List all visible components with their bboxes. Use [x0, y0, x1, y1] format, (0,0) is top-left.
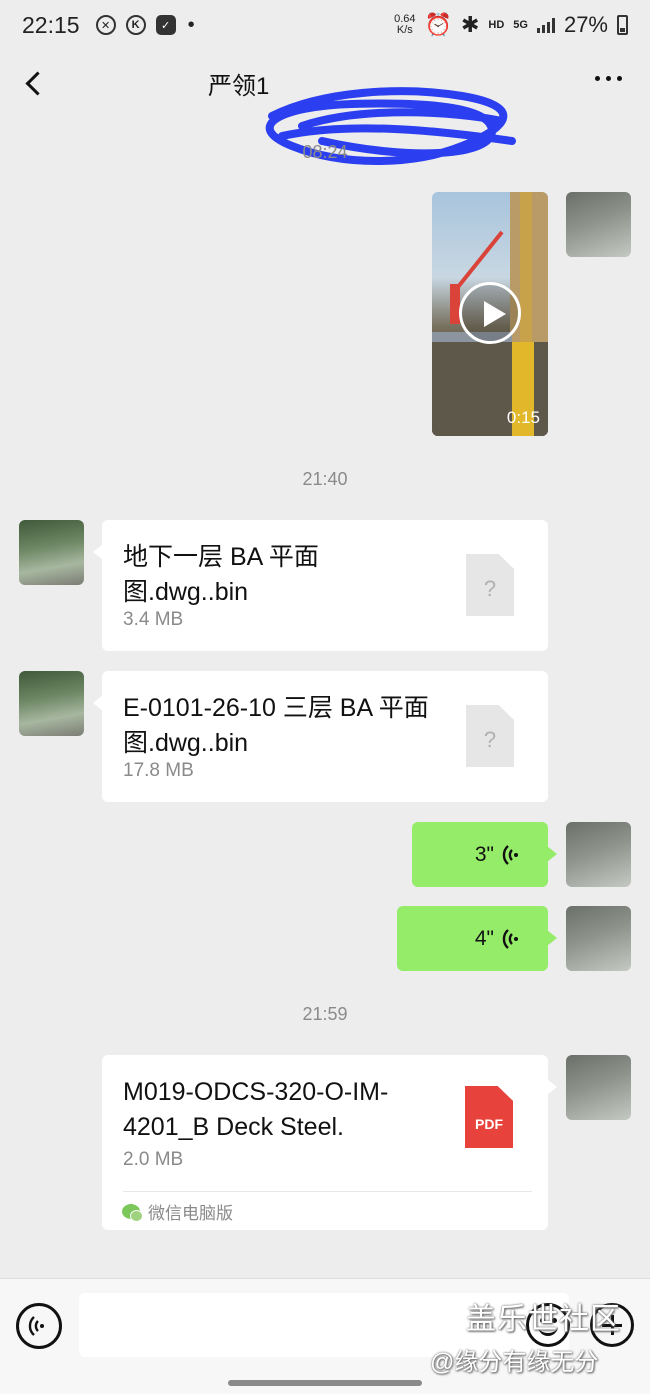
unknown-file-glyph: ? — [483, 576, 497, 601]
chat-header: 严领1 — [0, 50, 650, 165]
watermark-author: @缘分有缘无分 — [430, 1349, 599, 1376]
file-source: 微信电脑版 — [122, 1199, 233, 1224]
voice-duration: 3" — [474, 842, 494, 866]
file-size: 3.4 MB — [123, 609, 184, 630]
pdf-file-icon: PDF — [465, 1086, 513, 1148]
avatar[interactable] — [566, 1055, 631, 1120]
unknown-file-glyph: ? — [483, 727, 497, 752]
timestamp: 21:59 — [302, 1004, 348, 1024]
timestamp: 08:24 — [302, 142, 348, 162]
back-arrow-icon — [24, 70, 50, 96]
voice-mode-icon — [28, 1316, 44, 1336]
file-message[interactable]: E-0101-26-10 三层 BA 平面图.dwg..bin 17.8 MB … — [93, 671, 548, 802]
avatar[interactable] — [566, 192, 631, 257]
file-message[interactable]: M019-ODCS-320-O-IM-4201_B Deck Steel. 2.… — [102, 1055, 557, 1230]
voice-message[interactable]: 3" — [412, 822, 557, 887]
watermark-title: 盖乐世社区 — [466, 1303, 621, 1336]
avatar[interactable] — [19, 520, 84, 585]
signal-icon — [536, 17, 555, 33]
no-disturb-icon: ✕ — [95, 15, 116, 35]
file-source-label: 微信电脑版 — [148, 1204, 233, 1223]
battery-icon — [617, 15, 628, 35]
status-right: 0.64 K/s ⏰ ✱ HD 5G 27% — [394, 12, 628, 38]
avatar[interactable] — [19, 671, 84, 736]
status-time: 22:15 — [22, 11, 80, 38]
play-icon[interactable] — [459, 282, 521, 344]
voice-wave-icon — [502, 928, 518, 949]
home-indicator[interactable] — [228, 1380, 422, 1386]
k-app-icon: K — [125, 15, 146, 35]
alarm-icon: ⏰ — [424, 12, 452, 37]
file-message[interactable]: 地下一层 BA 平面图.dwg..bin 3.4 MB ? — [93, 520, 548, 651]
net-speed-unit: K/s — [396, 24, 413, 36]
back-button[interactable] — [0, 50, 64, 116]
notification-dot-icon: • — [187, 13, 195, 36]
unknown-file-icon: ? — [466, 705, 514, 767]
bluetooth-icon: ✱ — [460, 12, 480, 37]
wechat-icon — [122, 1204, 143, 1222]
file-name: E-0101-26-10 三层 BA 平面图.dwg..bin — [123, 694, 429, 757]
network-label: 5G — [513, 19, 528, 31]
voice-wave-icon — [502, 844, 518, 865]
hd-label: HD — [488, 19, 505, 31]
file-name: 地下一层 BA 平面图.dwg..bin — [123, 543, 319, 606]
video-message[interactable]: 0:15 — [432, 192, 548, 436]
check-app-icon: ✓ — [155, 15, 176, 35]
status-left: 22:15 ✕ K ✓ • — [22, 12, 195, 39]
voice-input-button[interactable] — [16, 1303, 62, 1349]
pdf-file-label: PDF — [475, 1116, 503, 1132]
video-duration: 0:15 — [506, 408, 540, 427]
more-options-button[interactable] — [595, 76, 622, 81]
card-divider — [123, 1191, 532, 1192]
unknown-file-icon: ? — [466, 554, 514, 616]
avatar[interactable] — [566, 822, 631, 887]
chat-title: 严领1 — [208, 73, 270, 100]
avatar[interactable] — [566, 906, 631, 971]
file-size: 17.8 MB — [123, 760, 194, 781]
file-size: 2.0 MB — [123, 1149, 184, 1170]
net-speed: 0.64 K/s — [394, 14, 415, 36]
timestamp: 21:40 — [302, 469, 348, 489]
voice-duration: 4" — [474, 926, 494, 950]
status-bar: 22:15 ✕ K ✓ • 0.64 K/s ⏰ ✱ HD 5G 27% — [0, 0, 650, 50]
battery-percent: 27% — [563, 12, 608, 37]
file-name: M019-ODCS-320-O-IM-4201_B Deck Steel. — [123, 1078, 389, 1141]
voice-message[interactable]: 4" — [397, 906, 557, 971]
